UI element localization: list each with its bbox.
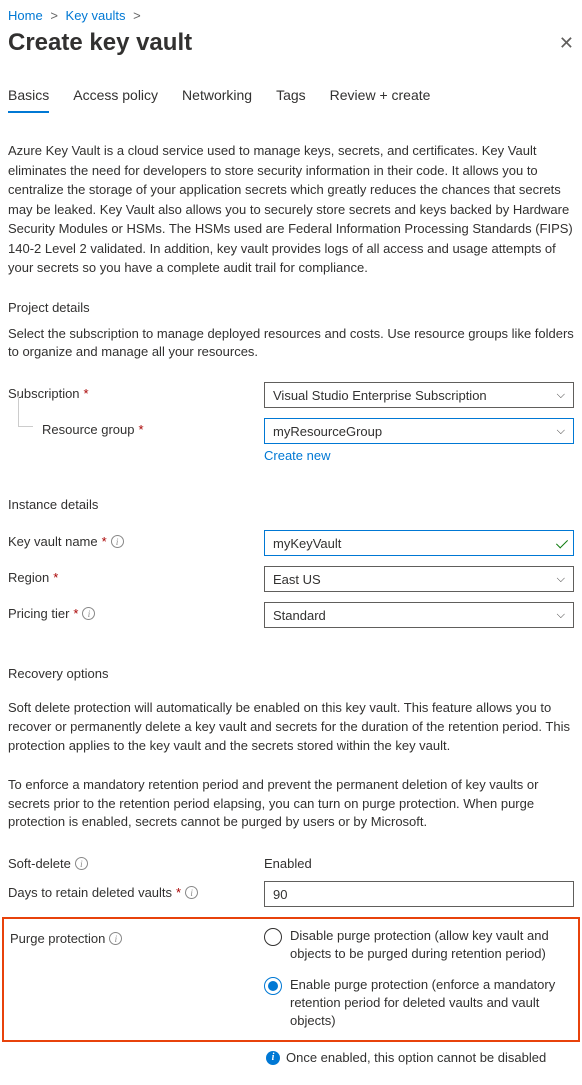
keyvault-name-label: Key vault name * i xyxy=(8,530,264,549)
recovery-desc-2: To enforce a mandatory retention period … xyxy=(8,776,574,833)
info-icon[interactable]: i xyxy=(185,886,198,899)
radio-icon xyxy=(264,977,282,995)
chevron-down-icon: ⌵ xyxy=(557,573,565,586)
breadcrumb-keyvaults[interactable]: Key vaults xyxy=(66,8,126,23)
region-label: Region * xyxy=(8,566,264,585)
chevron-down-icon: ⌵ xyxy=(557,425,565,438)
project-details-heading: Project details xyxy=(8,300,574,315)
create-new-link[interactable]: Create new xyxy=(264,448,330,463)
recovery-desc-1: Soft delete protection will automaticall… xyxy=(8,699,574,756)
keyvault-name-input[interactable]: myKeyVault xyxy=(264,530,574,556)
info-icon[interactable]: i xyxy=(75,857,88,870)
soft-delete-label: Soft-delete i xyxy=(8,852,264,871)
recovery-options-heading: Recovery options xyxy=(8,666,574,681)
breadcrumb: Home > Key vaults > xyxy=(8,8,574,23)
purge-protection-highlight: Purge protection i Disable purge protect… xyxy=(2,917,580,1042)
tab-access-policy[interactable]: Access policy xyxy=(73,87,158,113)
resource-group-label: Resource group * xyxy=(8,418,264,437)
soft-delete-value: Enabled xyxy=(264,852,574,871)
pricing-tier-label: Pricing tier * i xyxy=(8,602,264,621)
instance-details-heading: Instance details xyxy=(8,497,574,512)
purge-enable-radio[interactable]: Enable purge protection (enforce a manda… xyxy=(264,976,574,1031)
purge-disable-radio[interactable]: Disable purge protection (allow key vaul… xyxy=(264,927,574,963)
resource-group-select[interactable]: myResourceGroup ⌵ xyxy=(264,418,574,444)
retention-days-label: Days to retain deleted vaults * i xyxy=(8,881,264,900)
info-icon[interactable]: i xyxy=(82,607,95,620)
chevron-down-icon: ⌵ xyxy=(557,389,565,402)
purge-protection-label: Purge protection i xyxy=(8,927,264,946)
subscription-select[interactable]: Visual Studio Enterprise Subscription ⌵ xyxy=(264,382,574,408)
close-icon[interactable]: ✕ xyxy=(559,33,574,54)
tab-review-create[interactable]: Review + create xyxy=(330,87,431,113)
tab-basics[interactable]: Basics xyxy=(8,87,49,113)
project-details-desc: Select the subscription to manage deploy… xyxy=(8,325,574,363)
chevron-right-icon: > xyxy=(133,8,141,23)
info-icon[interactable]: i xyxy=(109,932,122,945)
page-title: Create key vault xyxy=(8,29,192,57)
breadcrumb-home[interactable]: Home xyxy=(8,8,43,23)
info-icon[interactable]: i xyxy=(111,535,124,548)
tab-networking[interactable]: Networking xyxy=(182,87,252,113)
tab-tags[interactable]: Tags xyxy=(276,87,306,113)
purge-note: i Once enabled, this option cannot be di… xyxy=(266,1050,574,1065)
retention-days-input[interactable]: 90 xyxy=(264,881,574,907)
tabs: Basics Access policy Networking Tags Rev… xyxy=(8,87,574,113)
pricing-tier-select[interactable]: Standard ⌵ xyxy=(264,602,574,628)
chevron-down-icon: ⌵ xyxy=(557,609,565,622)
page-description: Azure Key Vault is a cloud service used … xyxy=(8,141,574,278)
info-icon: i xyxy=(266,1051,280,1065)
purge-protection-radiogroup: Disable purge protection (allow key vaul… xyxy=(264,927,574,1030)
radio-icon xyxy=(264,928,282,946)
region-select[interactable]: East US ⌵ xyxy=(264,566,574,592)
subscription-label: Subscription * xyxy=(8,382,264,401)
chevron-right-icon: > xyxy=(50,8,58,23)
